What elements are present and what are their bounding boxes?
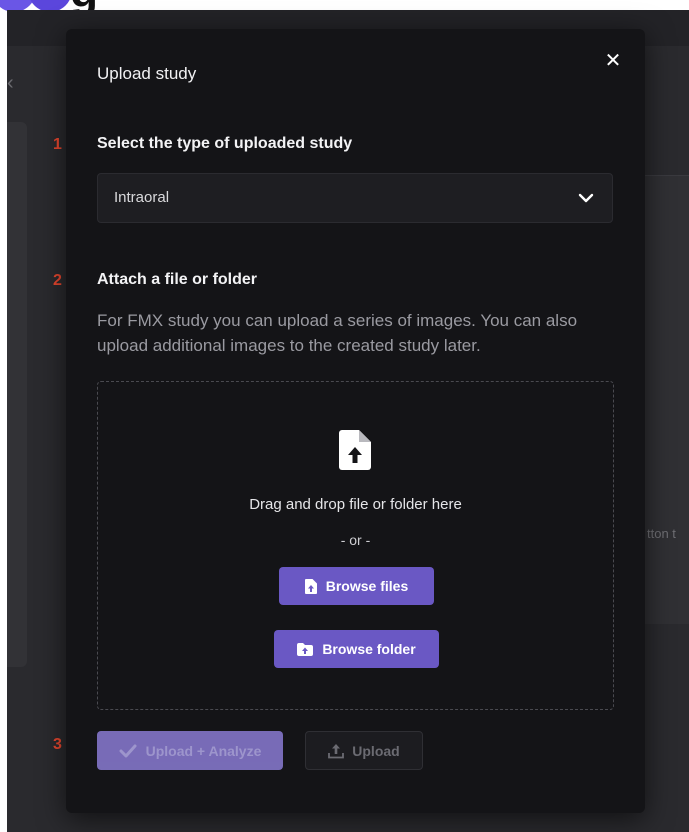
chevron-left-icon: ‹ bbox=[7, 72, 14, 94]
browse-files-label: Browse files bbox=[325, 578, 409, 594]
step-number-2: 2 bbox=[53, 272, 62, 289]
browse-folder-button[interactable]: Browse folder bbox=[274, 630, 439, 668]
study-type-label: Select the type of uploaded study bbox=[97, 135, 353, 152]
background-panel-left bbox=[7, 122, 27, 667]
folder-icon bbox=[297, 642, 314, 656]
upload-analyze-label: Upload + Analyze bbox=[145, 742, 262, 759]
close-icon: ✕ bbox=[604, 50, 622, 72]
file-upload-icon bbox=[339, 430, 371, 470]
chevron-down-icon bbox=[578, 193, 594, 203]
background-hint-text: tton t bbox=[647, 526, 676, 541]
browse-folder-label: Browse folder bbox=[322, 641, 416, 657]
step-number-1: 1 bbox=[53, 136, 62, 153]
checkmark-icon bbox=[119, 744, 137, 757]
upload-icon bbox=[328, 743, 345, 758]
attach-label: Attach a file or folder bbox=[97, 271, 258, 288]
upload-button[interactable]: Upload bbox=[305, 731, 423, 770]
upload-analyze-button[interactable]: Upload + Analyze bbox=[97, 731, 283, 770]
dropzone-text: Drag and drop file or folder here bbox=[249, 496, 462, 513]
dropzone-or: - or - bbox=[340, 532, 371, 548]
upload-label: Upload bbox=[352, 742, 400, 759]
upload-study-modal: Upload study ✕ Select the type of upload… bbox=[66, 29, 645, 813]
file-dropzone[interactable]: Drag and drop file or folder here - or -… bbox=[97, 381, 614, 710]
browse-files-button[interactable]: Browse files bbox=[279, 567, 434, 605]
file-icon bbox=[304, 578, 317, 594]
close-button[interactable]: ✕ bbox=[601, 49, 625, 73]
modal-title: Upload study bbox=[97, 64, 197, 83]
upload-description: For FMX study you can upload a series of… bbox=[97, 311, 578, 355]
study-type-select[interactable]: Intraoral bbox=[97, 173, 613, 223]
step-number-3: 3 bbox=[53, 736, 62, 753]
study-type-value: Intraoral bbox=[114, 189, 170, 206]
